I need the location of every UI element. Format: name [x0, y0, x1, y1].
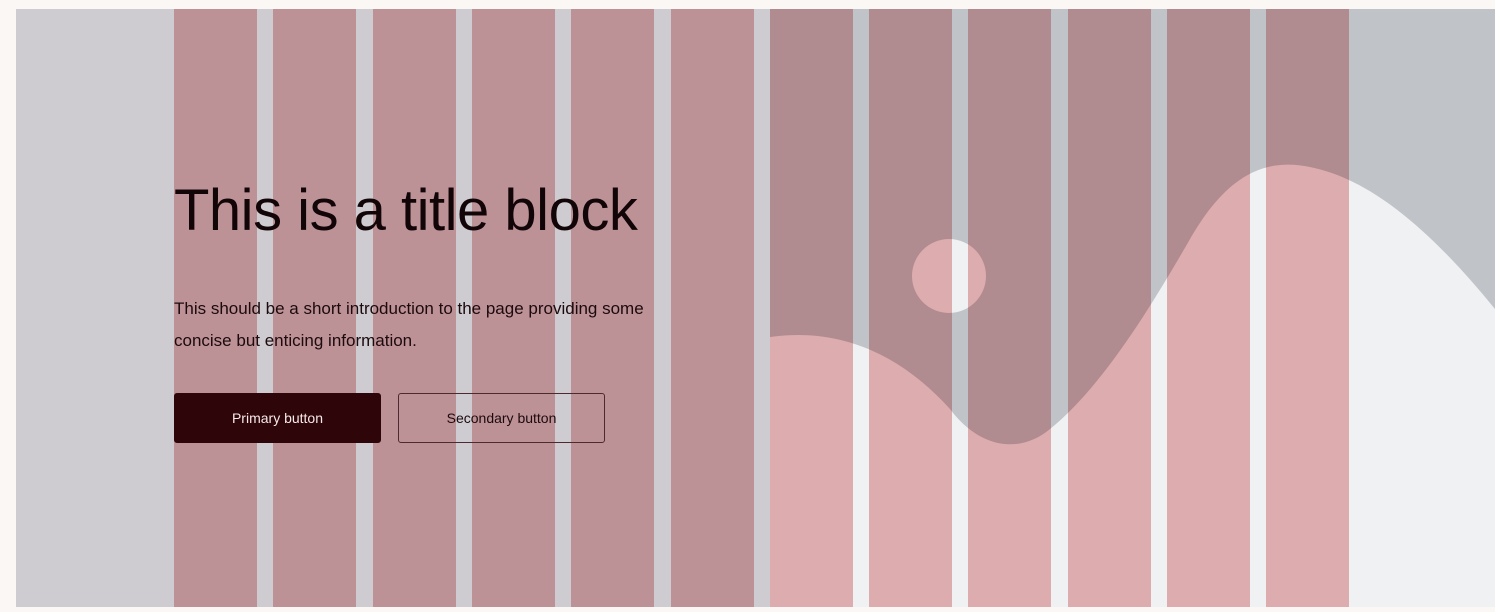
hero-image-placeholder — [770, 9, 1495, 607]
placeholder-sun — [912, 239, 986, 313]
intro-text: This should be a short introduction to t… — [174, 299, 644, 350]
primary-button[interactable]: Primary button — [174, 393, 381, 443]
image-placeholder-icon — [770, 9, 1495, 607]
page-title: This is a title block — [174, 178, 638, 243]
hero-section: This is a title block This should be a s… — [16, 9, 1495, 607]
secondary-button[interactable]: Secondary button — [398, 393, 605, 443]
hero-content: This is a title block This should be a s… — [174, 9, 774, 607]
